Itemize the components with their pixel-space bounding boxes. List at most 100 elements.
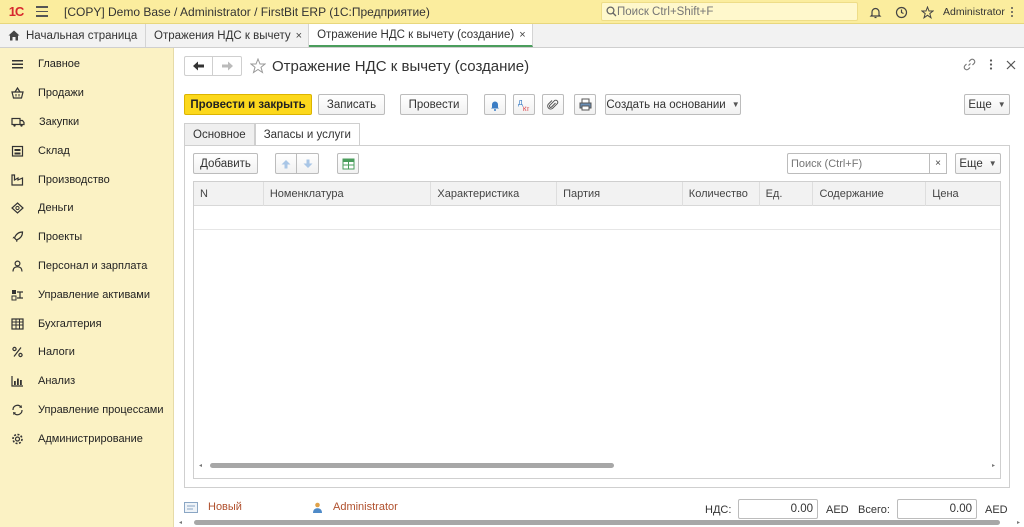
sidebar-item-money[interactable]: Деньги — [0, 194, 173, 223]
tab-home[interactable]: Начальная страница — [0, 24, 146, 47]
sidebar-item-main[interactable]: Главное — [0, 50, 173, 79]
sidebar-item-label: Персонал и зарплата — [38, 259, 148, 272]
goods-table: N Номенклатура Характеристика Партия Кол… — [193, 181, 1001, 479]
assets-icon — [11, 289, 23, 301]
money-icon — [11, 202, 24, 215]
debit-credit-button[interactable]: Д Кт — [513, 94, 535, 115]
column-header-quantity[interactable]: Количество — [683, 182, 760, 206]
create-based-on-button[interactable]: Создать на основании ▼ — [605, 94, 741, 115]
tab-main[interactable]: Основное — [184, 123, 255, 145]
scroll-thumb[interactable] — [210, 463, 614, 468]
current-user[interactable]: Administrator — [943, 6, 1005, 18]
responsible-user-link[interactable]: Administrator — [333, 501, 398, 513]
save-button[interactable]: Записать — [318, 94, 385, 115]
tab-close-icon[interactable]: × — [519, 29, 525, 41]
link-icon[interactable] — [963, 58, 976, 71]
tab-vat-deduction-create[interactable]: Отражение НДС к вычету (создание) × — [309, 24, 533, 47]
scroll-thumb[interactable] — [194, 520, 1000, 525]
more-label: Еще — [968, 98, 992, 111]
scroll-right-icon[interactable]: ▸ — [1017, 519, 1020, 526]
app-logo[interactable]: 1С — [0, 0, 32, 24]
column-header-characteristic[interactable]: Характеристика — [431, 182, 558, 206]
bell-icon[interactable] — [866, 3, 884, 21]
sidebar-item-warehouse[interactable]: Склад — [0, 136, 173, 165]
favorite-star-icon[interactable] — [250, 58, 266, 74]
column-header-price[interactable]: Цена — [926, 182, 1000, 206]
print-button[interactable] — [574, 94, 596, 115]
fill-from-selection-button[interactable] — [337, 153, 359, 174]
tab-vat-deductions-list[interactable]: Отражения НДС к вычету × — [146, 24, 310, 47]
column-header-n[interactable]: N — [194, 182, 264, 206]
more-vertical-icon[interactable] — [989, 58, 993, 71]
sidebar-item-hr-payroll[interactable]: Персонал и зарплата — [0, 252, 173, 281]
total-amount-field[interactable] — [897, 499, 977, 519]
more-vertical-icon[interactable] — [1006, 3, 1018, 21]
sidebar-item-administration[interactable]: Администрирование — [0, 424, 173, 453]
arrow-up-icon — [281, 159, 291, 168]
attachment-button[interactable] — [542, 94, 564, 115]
sidebar-item-asset-management[interactable]: Управление активами — [0, 280, 173, 309]
column-header-content[interactable]: Содержание — [813, 182, 927, 206]
document-footer: Новый Administrator НДС: AED Всего: AED — [184, 499, 1014, 519]
sidebar-item-analysis[interactable]: Анализ — [0, 367, 173, 396]
global-search[interactable] — [601, 2, 858, 21]
forward-button[interactable] — [213, 56, 242, 76]
user-icon — [313, 502, 322, 513]
debit-credit-icon: ДКт — [518, 100, 529, 112]
column-header-unit[interactable]: Ед. — [760, 182, 814, 206]
sidebar-item-purchases[interactable]: Закупки — [0, 108, 173, 137]
column-header-batch[interactable]: Партия — [557, 182, 683, 206]
status-value[interactable]: Новый — [208, 501, 242, 513]
table-horizontal-scrollbar[interactable]: ◂ ▸ — [194, 461, 1000, 470]
table-search-input[interactable] — [791, 157, 921, 170]
sidebar-item-label: Склад — [38, 144, 70, 157]
add-row-button[interactable]: Добавить — [193, 153, 258, 174]
sidebar-item-label: Главное — [38, 58, 81, 71]
table-more-button[interactable]: Еще ▼ — [955, 153, 1001, 174]
post-and-close-button[interactable]: Провести и закрыть — [184, 94, 312, 115]
scroll-right-icon[interactable]: ▸ — [992, 462, 995, 469]
scroll-left-icon[interactable]: ◂ — [179, 519, 182, 526]
chart-icon — [11, 376, 23, 387]
sidebar-item-label: Управление процессами — [38, 403, 164, 416]
sidebar-item-process-management[interactable]: Управление процессами — [0, 396, 173, 425]
table-header: N Номенклатура Характеристика Партия Кол… — [194, 182, 1000, 206]
sidebar-item-production[interactable]: Производство — [0, 165, 173, 194]
post-button[interactable]: Провести — [400, 94, 468, 115]
move-up-button[interactable] — [275, 153, 297, 174]
total-label: Всего: — [858, 504, 890, 516]
page-horizontal-scrollbar[interactable]: ◂ ▸ — [174, 519, 1024, 527]
notify-button[interactable] — [484, 94, 506, 115]
tab-close-icon[interactable]: × — [296, 30, 302, 42]
sidebar-item-taxes[interactable]: Налоги — [0, 338, 173, 367]
more-button[interactable]: Еще ▼ — [964, 94, 1010, 115]
form-tabs: Основное Запасы и услуги — [184, 123, 360, 146]
search-clear-button[interactable]: × — [930, 153, 947, 174]
sidebar-item-label: Бухгалтерия — [38, 317, 102, 330]
sidebar-item-sales[interactable]: Продажи — [0, 79, 173, 108]
sidebar-item-label: Анализ — [38, 375, 76, 388]
bell-icon — [491, 101, 499, 111]
column-header-nomenclature[interactable]: Номенклатура — [264, 182, 432, 206]
back-button[interactable] — [184, 56, 213, 76]
document-status: Новый — [184, 501, 242, 513]
close-icon[interactable] — [1006, 60, 1016, 70]
global-search-input[interactable] — [617, 5, 847, 18]
move-down-button[interactable] — [297, 153, 319, 174]
sidebar-item-accounting[interactable]: Бухгалтерия — [0, 309, 173, 338]
tab-goods-services[interactable]: Запасы и услуги — [254, 123, 360, 146]
table-search[interactable] — [787, 153, 930, 174]
sidebar-item-projects[interactable]: Проекты — [0, 223, 173, 252]
sidebar: Главное Продажи Закупки Склад Производст… — [0, 48, 174, 527]
chevron-down-icon: ▼ — [997, 100, 1006, 109]
scroll-left-icon[interactable]: ◂ — [199, 462, 202, 469]
arrow-left-icon — [192, 61, 204, 71]
favorites-star-icon[interactable] — [918, 3, 936, 21]
main-menu-icon[interactable] — [32, 0, 54, 24]
process-icon — [12, 404, 23, 416]
history-icon[interactable] — [892, 3, 910, 21]
sidebar-item-label: Управление активами — [38, 288, 150, 301]
document-status-icon — [184, 501, 198, 513]
vat-amount-field[interactable] — [738, 499, 818, 519]
table-empty-row[interactable] — [194, 206, 1000, 230]
